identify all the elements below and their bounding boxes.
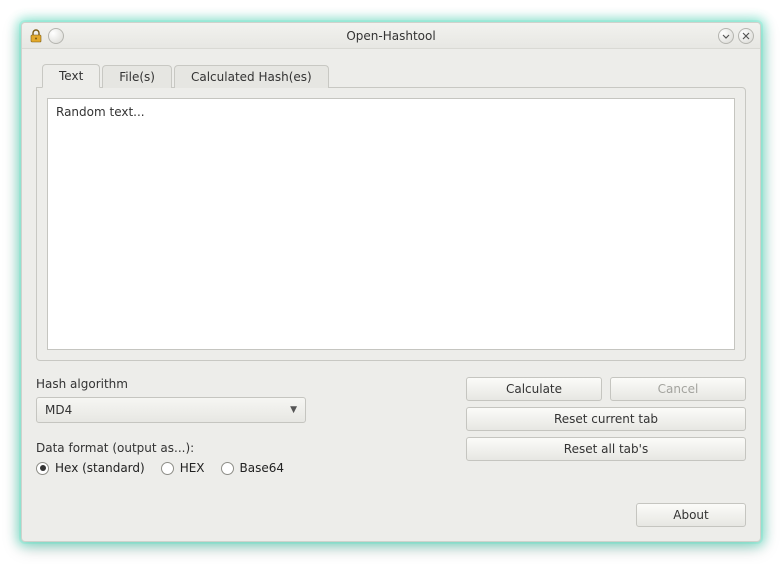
hash-algorithm-select[interactable]: MD4 ▼ <box>36 397 306 423</box>
close-button[interactable] <box>738 28 754 44</box>
radio-label: HEX <box>180 461 205 475</box>
tab-row: Text File(s) Calculated Hash(es) <box>36 61 746 87</box>
reset-all-button[interactable]: Reset all tab's <box>466 437 746 461</box>
tab-calculated[interactable]: Calculated Hash(es) <box>174 65 329 88</box>
reset-current-button[interactable]: Reset current tab <box>466 407 746 431</box>
tab-body <box>36 87 746 361</box>
data-format-label: Data format (output as...): <box>36 441 448 455</box>
tab-container: Text File(s) Calculated Hash(es) <box>36 61 746 361</box>
calculate-button[interactable]: Calculate <box>466 377 602 401</box>
hash-algorithm-value: MD4 <box>45 403 72 417</box>
window-title: Open-Hashtool <box>22 29 760 43</box>
titlebar: Open-Hashtool <box>22 23 760 49</box>
footer: About <box>36 475 746 527</box>
radio-label: Base64 <box>240 461 285 475</box>
left-column: Hash algorithm MD4 ▼ Data format (output… <box>36 377 448 475</box>
lower-panel: Hash algorithm MD4 ▼ Data format (output… <box>36 377 746 475</box>
right-column: Calculate Cancel Reset current tab Reset… <box>466 377 746 475</box>
text-input[interactable] <box>47 98 735 350</box>
lock-icon <box>28 28 44 44</box>
content-area: Text File(s) Calculated Hash(es) Hash al… <box>22 49 760 541</box>
app-window: Open-Hashtool Text File(s) Calculated Ha… <box>21 22 761 542</box>
radio-icon <box>161 462 174 475</box>
radio-icon <box>36 462 49 475</box>
radio-hex-standard[interactable]: Hex (standard) <box>36 461 145 475</box>
radio-hex-upper[interactable]: HEX <box>161 461 205 475</box>
cancel-button[interactable]: Cancel <box>610 377 746 401</box>
data-format-options: Hex (standard) HEX Base64 <box>36 461 448 475</box>
hash-algorithm-label: Hash algorithm <box>36 377 448 391</box>
tab-text[interactable]: Text <box>42 64 100 88</box>
tab-files[interactable]: File(s) <box>102 65 172 88</box>
minimize-button[interactable] <box>718 28 734 44</box>
window-menu-button[interactable] <box>48 28 64 44</box>
about-button[interactable]: About <box>636 503 746 527</box>
radio-icon <box>221 462 234 475</box>
radio-base64[interactable]: Base64 <box>221 461 285 475</box>
chevron-down-icon: ▼ <box>290 405 297 415</box>
radio-label: Hex (standard) <box>55 461 145 475</box>
